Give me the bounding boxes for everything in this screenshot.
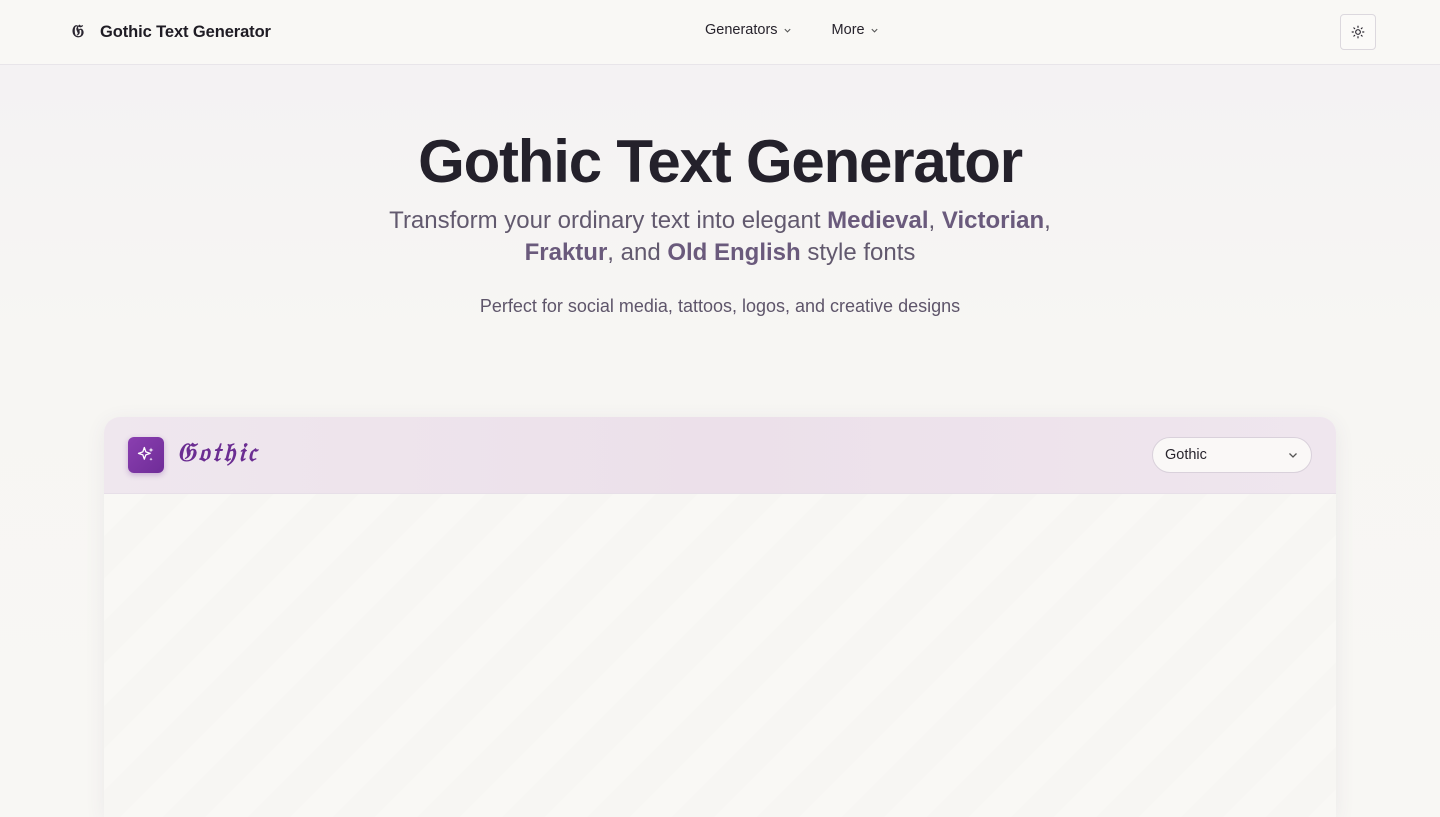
theme-toggle-button[interactable]	[1340, 14, 1376, 50]
sun-icon	[1351, 25, 1365, 39]
style-select-dropdown[interactable]: Gothic	[1152, 437, 1312, 473]
gothic-g-logo-icon: 𝔊	[71, 22, 85, 42]
page-title: Gothic Text Generator	[418, 128, 1023, 195]
subtitle-text: Transform your ordinary text into elegan…	[389, 207, 828, 234]
subtitle-fraktur: Fraktur	[524, 239, 608, 266]
subtitle-text: , and	[607, 239, 668, 266]
chevron-down-icon	[783, 28, 791, 33]
subtitle-text: ,	[928, 207, 942, 234]
subtitle-medieval: Medieval	[827, 207, 929, 234]
nav-more-label: More	[831, 22, 865, 38]
style-select-value: Gothic	[1165, 447, 1207, 463]
nav-generators-dropdown[interactable]: Generators	[705, 22, 792, 38]
generator-style-title: 𝔊𝔬𝔱𝔥𝔦𝔠	[177, 438, 259, 468]
brand-name: Gothic Text Generator	[100, 22, 271, 41]
nav-generators-label: Generators	[705, 22, 778, 38]
navbar: 𝔊 Gothic Text Generator Generators More	[0, 0, 1440, 65]
generator-card-header: 𝔊𝔬𝔱𝔥𝔦𝔠 Gothic	[104, 417, 1336, 494]
chevron-down-icon	[871, 28, 878, 33]
chevron-down-icon	[1289, 453, 1297, 458]
brand-link[interactable]: 𝔊 Gothic Text Generator	[70, 20, 271, 44]
hero-subtitle: Transform your ordinary text into elegan…	[360, 205, 1080, 269]
subtitle-victorian: Victorian	[941, 207, 1045, 234]
subtitle-text: style fonts	[800, 239, 916, 266]
nav-more-dropdown[interactable]: More	[832, 22, 879, 38]
hero-tagline: Perfect for social media, tattoos, logos…	[479, 296, 961, 316]
main-nav: Generators More	[705, 22, 879, 38]
generator-input-area[interactable]	[104, 494, 1336, 817]
generator-card: 𝔊𝔬𝔱𝔥𝔦𝔠 Gothic	[104, 417, 1336, 817]
subtitle-text: ,	[1044, 207, 1051, 234]
subtitle-old-english: Old English	[667, 239, 801, 266]
hero-section: Gothic Text Generator Transform your ord…	[0, 65, 1440, 817]
sparkles-icon	[128, 437, 164, 473]
